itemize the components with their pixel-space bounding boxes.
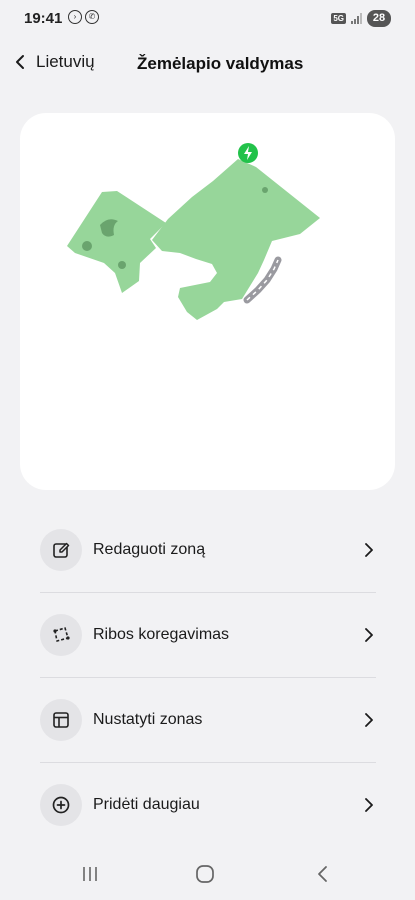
lawn-zone-main	[152, 159, 320, 320]
obstacle-marker	[118, 261, 126, 269]
network-type-badge: 5G	[331, 13, 346, 24]
back-button-label: Lietuvių	[36, 52, 95, 71]
page-title: Žemėlapio valdymas	[137, 54, 304, 73]
layout-icon	[40, 699, 82, 741]
battery-level: 28	[367, 10, 391, 27]
chevron-left-icon	[16, 55, 24, 69]
charging-station-icon	[238, 143, 258, 163]
map-management-menu: Redaguoti zoną Ribos koregavimas Nustaty…	[40, 508, 376, 847]
menu-item-edit-zone[interactable]: Redaguoti zoną	[40, 508, 376, 592]
menu-item-label: Nustatyti zonas	[93, 711, 203, 728]
map-preview-card[interactable]	[20, 113, 395, 490]
back-button[interactable]: Lietuvių	[12, 52, 95, 72]
chevron-right-icon	[362, 628, 376, 642]
menu-item-add-more[interactable]: Pridėti daugiau	[40, 762, 376, 847]
obstacle-marker	[82, 241, 92, 251]
signal-icon	[351, 13, 362, 24]
status-bar: 19:41 › ✆ 5G 28	[0, 0, 415, 38]
recents-icon[interactable]	[80, 864, 100, 884]
chevron-right-icon	[362, 543, 376, 557]
sync-icon: ›	[68, 10, 82, 24]
home-icon[interactable]	[195, 864, 215, 884]
lawn-map	[67, 143, 320, 320]
status-notification-icons: › ✆	[68, 10, 99, 24]
edit-icon	[40, 529, 82, 571]
system-navigation-bar	[0, 850, 415, 900]
app-header: Lietuvių Žemėlapio valdymas	[0, 38, 415, 92]
status-system-icons: 5G 28	[331, 10, 391, 27]
menu-item-set-zones[interactable]: Nustatyti zonas	[40, 677, 376, 762]
back-nav-icon[interactable]	[313, 864, 333, 884]
boundary-icon	[40, 614, 82, 656]
menu-item-label: Ribos koregavimas	[93, 626, 230, 643]
menu-item-boundary-adjust[interactable]: Ribos koregavimas	[40, 592, 376, 677]
menu-item-label: Redaguoti zoną	[93, 541, 206, 558]
chevron-right-icon	[362, 798, 376, 812]
lawn-zone-left	[67, 191, 166, 293]
status-time: 19:41	[24, 10, 63, 27]
chevron-right-icon	[362, 713, 376, 727]
add-circle-icon	[40, 784, 82, 826]
phone-call-icon: ✆	[85, 10, 99, 24]
menu-item-label: Pridėti daugiau	[93, 796, 200, 813]
obstacle-marker	[262, 187, 268, 193]
